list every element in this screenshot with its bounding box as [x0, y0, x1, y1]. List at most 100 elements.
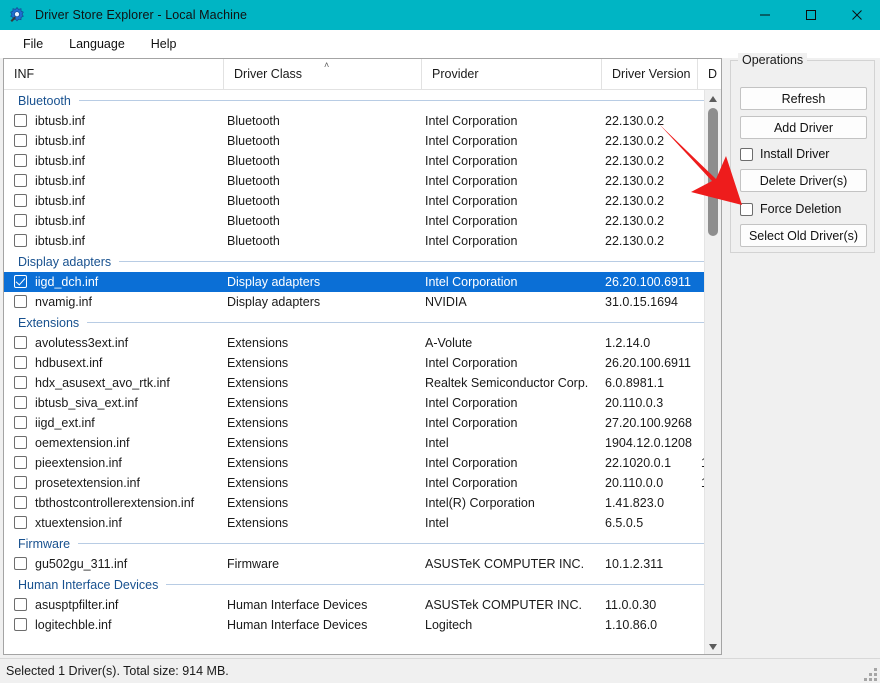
cell-driver-version: 11.0.0.30 [605, 598, 656, 612]
install-driver-checkbox[interactable]: Install Driver [740, 145, 829, 163]
delete-drivers-button[interactable]: Delete Driver(s) [740, 169, 867, 192]
vertical-scrollbar[interactable] [704, 90, 721, 655]
table-row[interactable]: ibtusb.infBluetoothIntel Corporation22.1… [4, 131, 721, 151]
table-row[interactable]: ibtusb.infBluetoothIntel Corporation22.1… [4, 171, 721, 191]
cell-provider: A-Volute [425, 336, 472, 350]
force-deletion-checkbox-box [740, 203, 753, 216]
row-checkbox[interactable] [14, 618, 27, 631]
row-checkbox[interactable] [14, 275, 27, 288]
close-icon[interactable] [834, 0, 880, 30]
table-row[interactable]: ibtusb.infBluetoothIntel Corporation22.1… [4, 151, 721, 171]
row-checkbox[interactable] [14, 456, 27, 469]
group-header[interactable]: Human Interface Devices [4, 574, 721, 595]
row-checkbox[interactable] [14, 134, 27, 147]
row-checkbox[interactable] [14, 174, 27, 187]
column-header-driver-date-label: D [708, 67, 717, 81]
table-row[interactable]: hdbusext.infExtensionsIntel Corporation2… [4, 353, 721, 373]
table-row[interactable]: hdx_asusext_avo_rtk.infExtensionsRealtek… [4, 373, 721, 393]
row-checkbox[interactable] [14, 214, 27, 227]
refresh-button[interactable]: Refresh [740, 87, 867, 110]
column-header-driver-version[interactable]: Driver Version [602, 59, 698, 89]
cell-inf: ibtusb_siva_ext.inf [35, 396, 138, 410]
menu-item-help[interactable]: Help [138, 33, 190, 55]
driver-store-explorer-window: Driver Store Explorer - Local Machine Fi… [0, 0, 880, 683]
table-row[interactable]: gu502gu_311.infFirmwareASUSTeK COMPUTER … [4, 554, 721, 574]
table-row[interactable]: logitechble.infHuman Interface DevicesLo… [4, 615, 721, 635]
minimize-icon[interactable] [742, 0, 788, 30]
cell-provider: ASUSTeK COMPUTER INC. [425, 557, 584, 571]
table-row[interactable]: pieextension.infExtensionsIntel Corporat… [4, 453, 721, 473]
maximize-icon[interactable] [788, 0, 834, 30]
driver-list-view[interactable]: INF Driver Class ˄ Provider Driver Versi… [3, 58, 722, 655]
column-header-driver-class[interactable]: Driver Class ˄ [224, 59, 422, 89]
row-checkbox[interactable] [14, 154, 27, 167]
row-checkbox[interactable] [14, 356, 27, 369]
row-checkbox[interactable] [14, 194, 27, 207]
table-row[interactable]: asusptpfilter.infHuman Interface Devices… [4, 595, 721, 615]
select-old-drivers-button[interactable]: Select Old Driver(s) [740, 224, 867, 247]
row-checkbox[interactable] [14, 376, 27, 389]
status-bar-text: Selected 1 Driver(s). Total size: 914 MB… [6, 664, 229, 678]
cell-driver-version: 27.20.100.9268 [605, 416, 692, 430]
cell-driver-version: 1904.12.0.1208 [605, 436, 692, 450]
cell-driver-version: 22.130.0.2 [605, 234, 664, 248]
cell-driver-version: 26.20.100.6911 [605, 356, 691, 370]
install-driver-label: Install Driver [760, 147, 829, 161]
column-header-inf[interactable]: INF [4, 59, 224, 89]
table-row[interactable]: iigd_ext.infExtensionsIntel Corporation2… [4, 413, 721, 433]
table-row[interactable]: oemextension.infExtensionsIntel1904.12.0… [4, 433, 721, 453]
table-row[interactable]: ibtusb_siva_ext.infExtensionsIntel Corpo… [4, 393, 721, 413]
row-checkbox[interactable] [14, 598, 27, 611]
group-header-rule [119, 261, 711, 262]
column-header-provider[interactable]: Provider [422, 59, 602, 89]
group-header[interactable]: Extensions [4, 312, 721, 333]
scrollbar-thumb[interactable] [708, 108, 718, 236]
add-driver-button[interactable]: Add Driver [740, 116, 867, 139]
scroll-up-icon[interactable] [705, 90, 721, 107]
table-row[interactable]: ibtusb.infBluetoothIntel Corporation22.1… [4, 211, 721, 231]
group-header[interactable]: Display adapters [4, 251, 721, 272]
table-row[interactable]: ibtusb.infBluetoothIntel Corporation22.1… [4, 231, 721, 251]
resize-grip-icon[interactable] [863, 667, 877, 681]
cell-driver-version: 6.5.0.5 [605, 516, 643, 530]
table-row[interactable]: xtuextension.infExtensionsIntel6.5.0.5 [4, 513, 721, 533]
table-row[interactable]: avolutess3ext.infExtensionsA-Volute1.2.1… [4, 333, 721, 353]
row-checkbox[interactable] [14, 336, 27, 349]
operations-group-box: Operations Refresh Add Driver Install Dr… [730, 60, 875, 253]
table-row[interactable]: prosetextension.infExtensionsIntel Corpo… [4, 473, 721, 493]
row-checkbox[interactable] [14, 516, 27, 529]
column-header-inf-label: INF [14, 67, 34, 81]
table-row[interactable]: nvamig.infDisplay adaptersNVIDIA31.0.15.… [4, 292, 721, 312]
menu-item-language[interactable]: Language [56, 33, 138, 55]
row-checkbox[interactable] [14, 496, 27, 509]
group-header-label: Display adapters [18, 255, 119, 269]
row-checkbox[interactable] [14, 396, 27, 409]
row-checkbox[interactable] [14, 436, 27, 449]
row-checkbox[interactable] [14, 557, 27, 570]
group-header[interactable]: Bluetooth [4, 90, 721, 111]
column-header-driver-date[interactable]: D [698, 59, 722, 89]
menu-item-file[interactable]: File [10, 33, 56, 55]
cell-inf: prosetextension.inf [35, 476, 140, 490]
row-checkbox[interactable] [14, 476, 27, 489]
column-header-driver-class-label: Driver Class [234, 67, 302, 81]
table-row[interactable]: ibtusb.infBluetoothIntel Corporation22.1… [4, 191, 721, 211]
table-row[interactable]: ibtusb.infBluetoothIntel Corporation22.1… [4, 111, 721, 131]
cell-driver-class: Human Interface Devices [227, 598, 367, 612]
table-row[interactable]: tbthostcontrollerextension.infExtensions… [4, 493, 721, 513]
cell-provider: Intel Corporation [425, 234, 517, 248]
scroll-down-icon[interactable] [705, 638, 721, 655]
cell-driver-class: Extensions [227, 416, 288, 430]
cell-driver-class: Extensions [227, 456, 288, 470]
table-row[interactable]: iigd_dch.infDisplay adaptersIntel Corpor… [4, 272, 721, 292]
driver-group: Firmware gu502gu_311.infFirmwareASUSTeK C… [4, 533, 721, 574]
row-checkbox[interactable] [14, 416, 27, 429]
row-checkbox[interactable] [14, 114, 27, 127]
operations-title: Operations [738, 53, 807, 67]
cell-driver-version: 22.130.0.2 [605, 154, 664, 168]
row-checkbox[interactable] [14, 234, 27, 247]
row-checkbox[interactable] [14, 295, 27, 308]
force-deletion-checkbox[interactable]: Force Deletion [740, 200, 841, 218]
group-header[interactable]: Firmware [4, 533, 721, 554]
group-header-label: Firmware [18, 537, 78, 551]
